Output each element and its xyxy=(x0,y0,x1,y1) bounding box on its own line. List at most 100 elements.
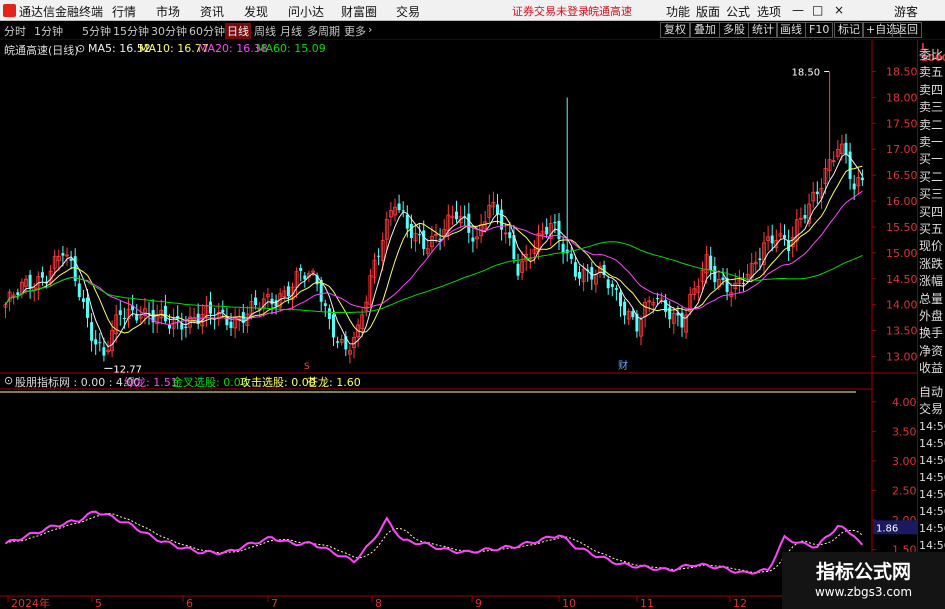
candle-down xyxy=(286,286,290,297)
period-tab-15min[interactable]: 15分钟 xyxy=(113,23,149,39)
candle-down xyxy=(713,266,717,283)
quote-field-label[interactable]: 买四 xyxy=(919,204,943,221)
period-tab-30min[interactable]: 30分钟 xyxy=(151,23,187,39)
candle-down xyxy=(327,308,331,319)
x-axis-label: 12 xyxy=(733,597,747,609)
watermark: 指标公式网 www.zbgs3.com xyxy=(782,552,945,609)
period-tab-daily[interactable]: 日线 xyxy=(225,23,251,39)
menu-item-trade[interactable]: 交易 xyxy=(396,3,420,20)
menu-item-news[interactable]: 资讯 xyxy=(200,3,224,20)
adjust-button[interactable]: 复权 xyxy=(660,22,690,38)
candle-down xyxy=(409,223,413,238)
menu-item-formula[interactable]: 公式 xyxy=(726,3,750,20)
tick-time-label: 14:56 xyxy=(919,471,945,484)
trade-login-warning[interactable]: 证券交易未登录 xyxy=(512,3,589,19)
menu-item-options[interactable]: 选项 xyxy=(757,3,781,20)
period-tab-60min[interactable]: 60分钟 xyxy=(189,23,225,39)
x-axis-label: 6 xyxy=(186,597,193,609)
multi-stock-button[interactable]: 多股 xyxy=(719,22,749,38)
quote-panel: L 1000 委比卖五卖四卖三卖二卖一买一买二买三买四买五现价涨跌涨幅总量外盘换… xyxy=(917,40,945,609)
mark-button[interactable]: 标记 xyxy=(834,22,864,38)
candle-down xyxy=(422,230,426,249)
period-tab-1min[interactable]: 1分钟 xyxy=(34,23,63,39)
sub-axis-label: 4.00 xyxy=(892,396,917,409)
f10-button[interactable]: F10 xyxy=(805,22,834,38)
sub-settings-icon[interactable]: ⊙ xyxy=(4,374,13,387)
candle-down xyxy=(209,301,212,314)
quote-field-label[interactable]: 涨跌 xyxy=(919,256,943,273)
candle-down xyxy=(619,292,622,307)
settings-icon[interactable]: ⊙ xyxy=(76,42,85,55)
period-tab-monthly[interactable]: 月线 xyxy=(280,23,302,39)
period-tab-weekly[interactable]: 周线 xyxy=(254,23,276,39)
menu-item-discover[interactable]: 发现 xyxy=(244,3,268,20)
minimize-icon[interactable]: — xyxy=(792,3,804,17)
quote-field-label[interactable]: 换手 xyxy=(919,325,943,342)
menu-item-quotes[interactable]: 行情 xyxy=(112,3,136,20)
back-button[interactable]: 返回 xyxy=(892,22,922,38)
quote-field-label[interactable]: 卖三 xyxy=(919,99,943,116)
candle-down xyxy=(610,283,614,287)
candle-down xyxy=(16,292,20,296)
price-chart[interactable]: 18.50 18.00 17.50 17.00 16.50 16.00 15.50 15.00… xyxy=(0,40,917,609)
tick-time-label: 14:56 xyxy=(919,488,945,501)
candle-down xyxy=(86,297,89,318)
tick-time-label: 交易 xyxy=(919,402,944,416)
period-tab-fenshi[interactable]: 分时 xyxy=(4,23,26,39)
candle-down xyxy=(783,235,786,239)
tick-time-label: 14:56 xyxy=(919,420,945,433)
menu-item-function[interactable]: 功能 xyxy=(666,3,690,20)
quote-field-label[interactable]: 卖四 xyxy=(919,82,943,99)
quote-field-label[interactable]: 买三 xyxy=(919,186,943,203)
quote-field-label[interactable]: 收益 xyxy=(919,360,943,377)
golden-cross-value: 金叉选股: 0.00 xyxy=(172,376,248,389)
quote-field-label[interactable]: 买一 xyxy=(919,151,943,168)
overlay-button[interactable]: 叠加 xyxy=(690,22,720,38)
menu-item-wealth[interactable]: 财富圈 xyxy=(341,3,377,20)
close-icon[interactable]: × xyxy=(834,3,844,17)
menu-item-layout[interactable]: 版面 xyxy=(696,3,720,20)
signal-marker-s: S xyxy=(304,362,310,372)
quote-field-label[interactable]: 总量 xyxy=(919,291,943,308)
ma60-label: MA60: 15.09 xyxy=(256,42,326,55)
quote-field-label[interactable]: 外盘 xyxy=(919,308,943,325)
candle-down xyxy=(860,177,864,181)
quote-field-label[interactable]: 涨幅 xyxy=(919,273,943,290)
x-axis-label: 11 xyxy=(640,597,654,609)
maximize-icon[interactable]: □ xyxy=(812,3,823,17)
candle-down xyxy=(90,322,94,341)
quote-field-label[interactable]: 卖五 xyxy=(919,64,943,81)
quote-field-label[interactable]: 现价 xyxy=(919,238,943,255)
x-axis-label: 5 xyxy=(95,597,102,609)
quote-field-label[interactable]: 买二 xyxy=(919,169,943,186)
quote-field-label[interactable]: 卖一 xyxy=(919,134,943,151)
quote-field-label[interactable]: 委比 xyxy=(919,47,943,64)
draw-line-button[interactable]: 画线 xyxy=(776,22,806,38)
candle-down xyxy=(221,309,225,313)
candle-down xyxy=(270,298,274,305)
candle-down xyxy=(455,211,458,220)
candle-down xyxy=(655,298,659,300)
period-tab-5min[interactable]: 5分钟 xyxy=(82,23,111,39)
menu-item-ask[interactable]: 问小达 xyxy=(288,3,324,20)
quote-field-label[interactable]: 卖二 xyxy=(919,117,943,134)
statistics-button[interactable]: 统计 xyxy=(748,22,778,38)
green-dragon-value: 绿龙: 1.51 xyxy=(124,376,178,389)
sub-axis-label: 3.50 xyxy=(892,425,917,438)
candle-down xyxy=(471,237,475,242)
period-tab-more[interactable]: 更多 xyxy=(344,23,366,39)
guest-label[interactable]: 游客 xyxy=(894,3,918,20)
period-tab-multi[interactable]: 多周期 xyxy=(307,23,340,39)
candle-down xyxy=(770,235,774,244)
tick-time-label: 14:56 xyxy=(919,454,945,467)
candle-down xyxy=(614,288,618,290)
chevron-right-icon[interactable]: › xyxy=(368,23,372,36)
quote-field-label[interactable]: 买五 xyxy=(919,221,943,238)
attack-select-value: 攻击选股: 0.00 xyxy=(240,376,316,389)
candle-down xyxy=(787,240,791,252)
menu-item-market[interactable]: 市场 xyxy=(156,3,180,20)
tick-time-label: 14:56 xyxy=(919,522,945,535)
x-axis-label: 10 xyxy=(562,597,576,609)
stock-period-title: 皖通高速(日线) xyxy=(4,44,79,57)
quote-field-label[interactable]: 净资 xyxy=(919,343,943,360)
